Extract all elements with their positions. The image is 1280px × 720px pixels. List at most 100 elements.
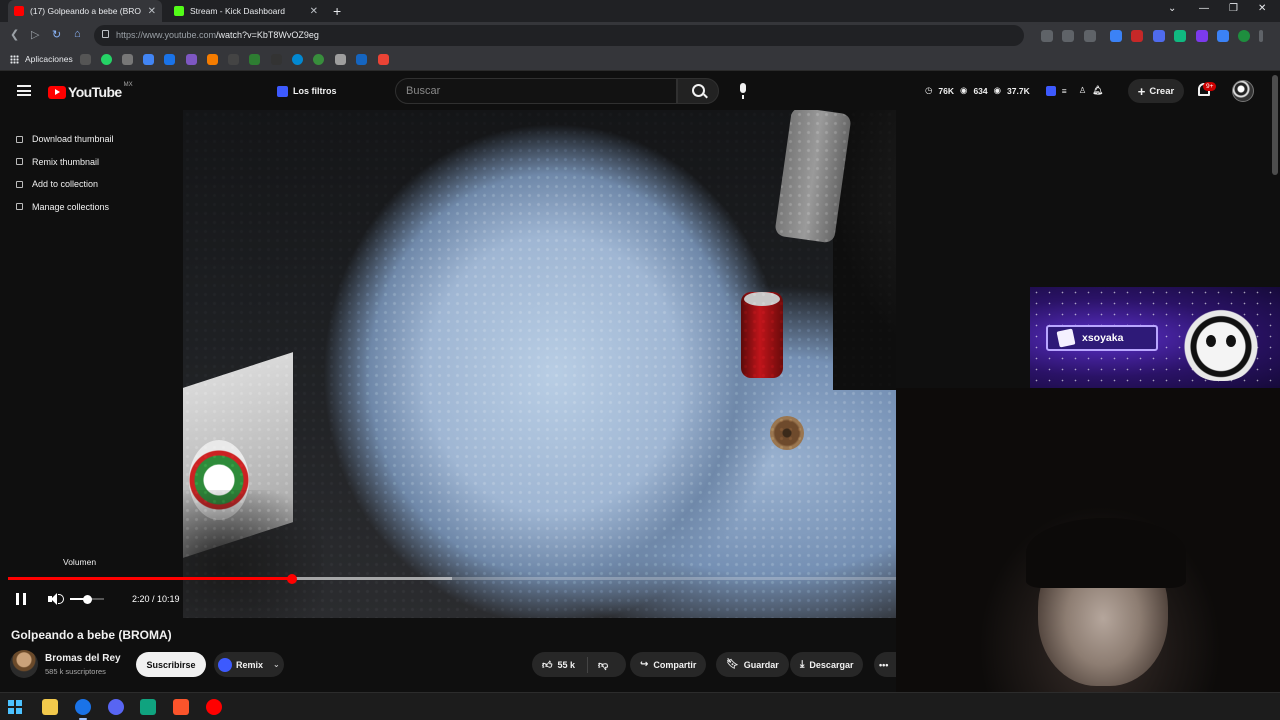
gmail-bookmark-icon[interactable] <box>378 54 389 65</box>
download-button[interactable]: ⤓ Descargar <box>790 652 864 677</box>
browser-tab-bar: (17) Golpeando a bebe (BRO ✕ Stream - Ki… <box>0 0 1280 22</box>
like-dislike-group: 👍︎ 55 k 👎︎ <box>532 652 626 677</box>
extensions-puzzle-icon[interactable] <box>1153 30 1165 42</box>
bookmark-icon[interactable] <box>80 54 91 65</box>
sort-icon[interactable]: ≡ <box>1062 86 1067 96</box>
bookmark-icon[interactable] <box>207 54 218 65</box>
bookmark-icon[interactable] <box>271 54 282 65</box>
award-icon[interactable]: ♙ <box>1079 85 1087 96</box>
bookmark-icon[interactable] <box>249 54 260 65</box>
youtube-logo[interactable]: YouTube MX <box>48 82 133 100</box>
bookmark-icon[interactable] <box>122 54 133 65</box>
extension-icon[interactable] <box>1110 30 1122 42</box>
side-panel-icon[interactable] <box>1217 30 1229 42</box>
url-bar[interactable]: https://www.youtube.com/watch?v=KbT8WvOZ… <box>94 25 1024 46</box>
bookmark-icon[interactable] <box>313 54 324 65</box>
menu-item-manage-collections[interactable]: Manage collections <box>8 196 178 219</box>
install-icon[interactable] <box>1041 30 1053 42</box>
subscribe-button[interactable]: Suscribirse <box>136 652 206 677</box>
bookmark-icon[interactable] <box>335 54 346 65</box>
filters-button[interactable]: Los filtros <box>271 80 343 102</box>
channel-avatar[interactable] <box>10 650 38 678</box>
back-icon[interactable]: ❮ <box>10 28 19 41</box>
pause-icon[interactable] <box>16 593 26 605</box>
scrollbar-thumb[interactable] <box>1272 75 1278 175</box>
search-button[interactable] <box>677 78 719 104</box>
chrome-icon[interactable] <box>75 699 91 720</box>
tab-youtube[interactable]: (17) Golpeando a bebe (BRO ✕ <box>8 0 162 22</box>
restore-icon[interactable]: ❐ <box>1229 3 1238 14</box>
volume-tooltip: Volumen <box>63 557 97 567</box>
close-tab-icon[interactable]: ✕ <box>148 6 156 17</box>
download-icon <box>16 135 23 143</box>
profile-icon[interactable] <box>1238 30 1250 42</box>
tab-search-icon[interactable]: ⌄ <box>1168 3 1176 14</box>
account-avatar[interactable] <box>1232 80 1254 102</box>
forward-icon[interactable]: ▷ <box>31 28 39 41</box>
bookmark-icon[interactable] <box>228 54 239 65</box>
share-icon[interactable] <box>1062 30 1074 42</box>
page-scrollbar[interactable] <box>1270 71 1280 287</box>
close-tab-icon[interactable]: ✕ <box>310 6 318 17</box>
menu-kebab-icon[interactable] <box>1259 30 1263 42</box>
reload-icon[interactable]: ↻ <box>52 28 61 41</box>
close-window-icon[interactable]: ✕ <box>1258 3 1266 14</box>
chatgpt-icon[interactable] <box>140 699 156 715</box>
whatsapp-bookmark-icon[interactable] <box>101 54 112 65</box>
volume-slider[interactable] <box>70 594 104 604</box>
bell-small-icon[interactable]: 🔔︎ <box>1092 85 1103 96</box>
kick-username: xsoyaka <box>1082 332 1124 344</box>
voice-search-icon[interactable] <box>731 79 755 103</box>
create-button[interactable]: + Crear <box>1128 79 1184 103</box>
url-path: /watch?v=KbT8WvOZ9eg <box>216 30 319 40</box>
channel-name[interactable]: Bromas del Rey <box>45 653 121 664</box>
bookmark-icon[interactable] <box>164 54 175 65</box>
discord-icon[interactable] <box>108 699 124 715</box>
stat-clock-icon: ◷ <box>925 85 933 95</box>
like-count[interactable]: 55 k <box>557 660 575 670</box>
file-explorer-icon[interactable] <box>42 699 58 715</box>
bookmark-icon[interactable] <box>143 54 154 65</box>
more-actions-button[interactable]: ••• <box>874 652 896 677</box>
progress-bar[interactable] <box>8 573 896 584</box>
volume-icon[interactable] <box>48 593 64 605</box>
stat-value: 76K <box>938 85 955 96</box>
menu-hamburger-icon[interactable] <box>17 85 31 96</box>
subscribe-label: Suscribirse <box>146 659 196 670</box>
menu-item-add-to-collection[interactable]: Add to collection <box>8 173 178 196</box>
collections-icon <box>16 203 23 211</box>
new-tab-button[interactable]: + <box>333 3 341 19</box>
scrubber-handle[interactable] <box>287 573 298 584</box>
download-arrow-icon: ⤓ <box>800 659 805 670</box>
home-icon[interactable]: ⌂ <box>74 28 81 40</box>
save-bookmark-icon: 🔖︎ <box>726 659 739 670</box>
bookmark-icon[interactable] <box>356 54 367 65</box>
video-frame[interactable] <box>183 110 896 618</box>
bookmark-icon[interactable] <box>292 54 303 65</box>
kick-favicon-icon <box>174 6 184 16</box>
bookmark-star-icon[interactable] <box>1084 30 1096 42</box>
extension-twitch-icon[interactable] <box>1196 30 1208 42</box>
menu-item-download-thumbnail[interactable]: Download thumbnail <box>8 128 178 151</box>
bookmark-apps[interactable]: Aplicaciones <box>10 54 73 64</box>
windows-start-icon[interactable] <box>8 700 22 714</box>
youtube-app-icon[interactable] <box>206 699 222 715</box>
volume-handle[interactable] <box>82 594 92 604</box>
tab-title: Stream - Kick Dashboard <box>190 6 285 16</box>
bookmark-icon[interactable] <box>186 54 197 65</box>
tab-kick-dashboard[interactable]: Stream - Kick Dashboard ✕ <box>168 0 324 22</box>
extension-counter-icon[interactable] <box>1131 30 1143 42</box>
extension-badge-icon[interactable] <box>1045 85 1056 96</box>
brave-icon[interactable] <box>173 699 189 715</box>
extension-flask-icon[interactable] <box>1174 30 1186 42</box>
minimize-icon[interactable]: — <box>1199 3 1209 14</box>
like-icon[interactable]: 👍︎ <box>542 659 552 671</box>
search-input[interactable] <box>406 85 666 97</box>
remix-button[interactable]: Remix ⌄ <box>214 652 284 677</box>
chevron-down-icon: ⌄ <box>273 660 280 669</box>
menu-item-remix-thumbnail[interactable]: Remix thumbnail <box>8 151 178 174</box>
subscriber-count: 585 k suscriptores <box>45 667 106 676</box>
dislike-icon[interactable]: 👎︎ <box>598 659 608 671</box>
share-button[interactable]: ↪ Compartir <box>630 652 707 677</box>
save-button[interactable]: 🔖︎ Guardar <box>716 652 789 677</box>
